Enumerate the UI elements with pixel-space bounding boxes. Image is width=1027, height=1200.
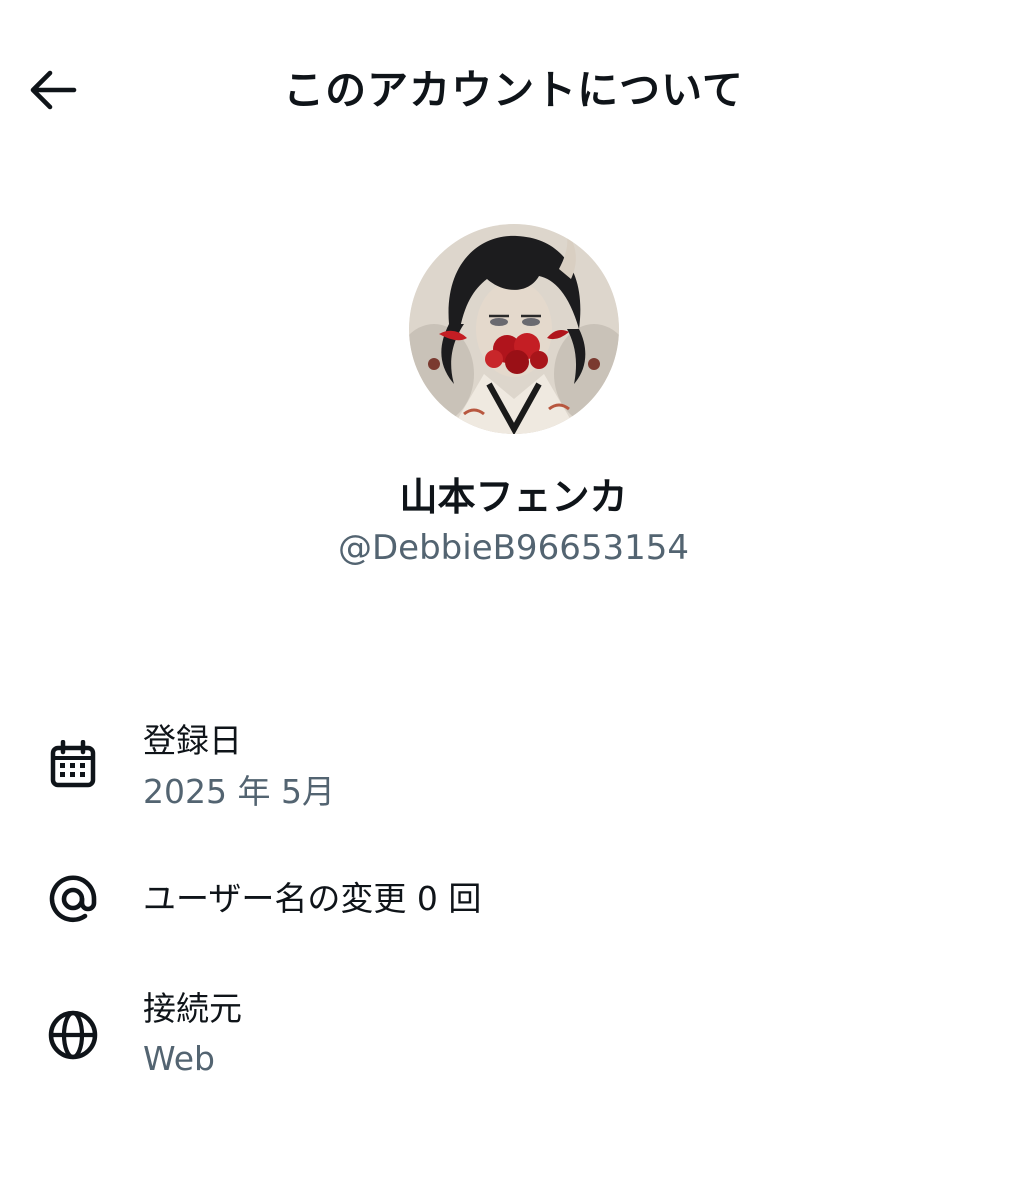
display-name: 山本フェンカ (399, 475, 628, 519)
username-changes-label: ユーザー名の変更 0 回 (143, 879, 482, 918)
avatar[interactable] (408, 224, 619, 434)
page-title: このアカウントについて (283, 66, 744, 114)
joined-label: 登録日 (143, 721, 242, 760)
info-row-username-changes: ユーザー名の変更 0 回 (0, 862, 1027, 942)
connected-via-value: Web (143, 1039, 215, 1078)
info-row-connected-via: 接続元 Web (0, 982, 1027, 1092)
header: このアカウントについて (0, 0, 1027, 180)
globe-icon (42, 1004, 104, 1066)
joined-value: 2025 年 5月 (143, 772, 335, 811)
at-sign-icon (42, 868, 104, 930)
avatar-image (408, 224, 619, 434)
connected-via-label: 接続元 (143, 989, 242, 1028)
info-row-joined: 登録日 2025 年 5月 (0, 712, 1027, 822)
calendar-icon (42, 734, 104, 796)
profile-section: 山本フェンカ @DebbieB96653154 (0, 224, 1027, 572)
handle: @DebbieB96653154 (337, 528, 689, 568)
